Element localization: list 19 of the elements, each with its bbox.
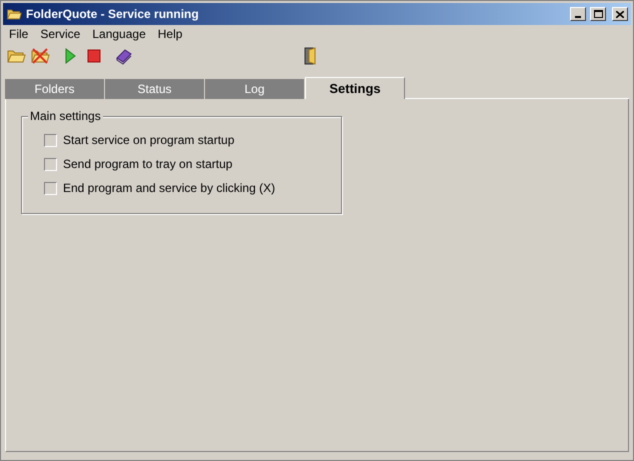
checkbox-label: Start service on program startup [63, 132, 234, 149]
minimize-button[interactable] [570, 7, 586, 21]
tab[interactable]: Status [105, 79, 205, 99]
group-title: Main settings [28, 109, 103, 123]
window-title: FolderQuote - Service running [26, 6, 200, 23]
tab[interactable]: Folders [5, 79, 105, 99]
checkbox-label: End program and service by clicking (X) [63, 180, 276, 197]
close-icon [616, 10, 624, 18]
minimize-icon [575, 16, 581, 18]
maximize-icon [594, 10, 602, 18]
maximize-button[interactable] [590, 7, 606, 21]
menu-item[interactable]: Help [152, 25, 188, 43]
menu-item[interactable]: Service [34, 25, 86, 43]
menu-item[interactable]: File [3, 25, 34, 43]
tab[interactable]: Settings [305, 77, 405, 99]
close-button[interactable] [612, 7, 628, 21]
checkbox-label: Send program to tray on startup [63, 156, 232, 173]
tab[interactable]: Log [205, 79, 305, 99]
menu-item[interactable]: Language [86, 25, 152, 43]
